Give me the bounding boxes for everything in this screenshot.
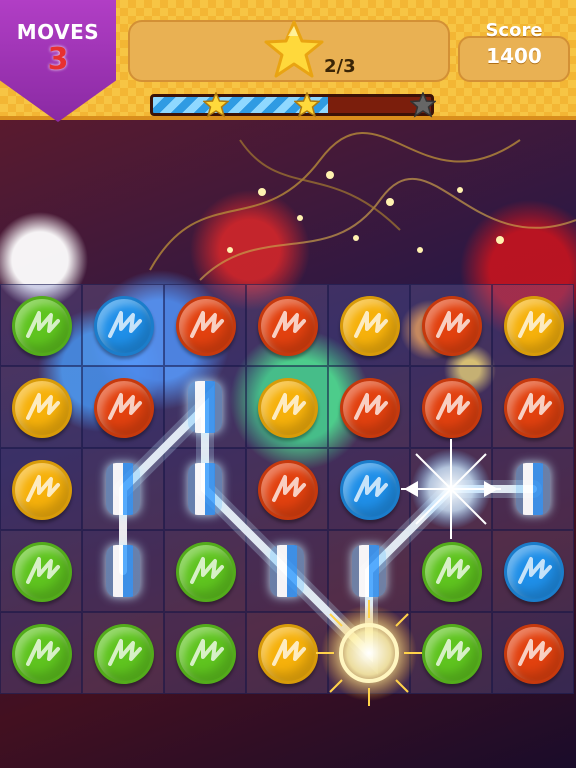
star-goal-icon <box>264 20 324 78</box>
board-cell[interactable] <box>0 612 82 694</box>
selection-glow-effect <box>316 600 422 706</box>
striped-beam <box>352 545 386 597</box>
striped-beam <box>106 545 140 597</box>
striped-beam <box>106 463 140 515</box>
green-candy[interactable] <box>176 624 236 684</box>
score-label: Score <box>485 20 543 41</box>
board-cell[interactable] <box>246 284 328 366</box>
striped-beam <box>188 463 222 515</box>
board-cell[interactable] <box>0 284 82 366</box>
green-candy[interactable] <box>12 624 72 684</box>
striped-beam <box>516 463 550 515</box>
green-candy[interactable] <box>12 542 72 602</box>
yellow-candy[interactable] <box>258 624 318 684</box>
moves-label: MOVES <box>16 20 100 44</box>
board-cell[interactable] <box>0 366 82 448</box>
star-earned-icon <box>203 92 229 118</box>
yellow-candy[interactable] <box>340 296 400 356</box>
board-cell[interactable] <box>492 284 574 366</box>
red-candy[interactable] <box>422 378 482 438</box>
board-cell[interactable] <box>164 284 246 366</box>
striped-beam <box>188 381 222 433</box>
red-candy[interactable] <box>504 624 564 684</box>
blue-candy[interactable] <box>340 460 400 520</box>
yellow-candy[interactable] <box>12 378 72 438</box>
red-candy[interactable] <box>94 378 154 438</box>
green-candy[interactable] <box>94 624 154 684</box>
striped-beam <box>270 545 304 597</box>
green-candy[interactable] <box>422 542 482 602</box>
score-progress-bar <box>150 94 434 116</box>
board-cell[interactable] <box>82 612 164 694</box>
sparkle-burst-effect <box>401 439 501 539</box>
star-unearned-icon <box>410 92 436 118</box>
board-cell[interactable] <box>82 284 164 366</box>
board-cell[interactable] <box>164 612 246 694</box>
board-cell[interactable] <box>410 284 492 366</box>
green-candy[interactable] <box>176 542 236 602</box>
red-candy[interactable] <box>258 460 318 520</box>
red-candy[interactable] <box>258 296 318 356</box>
yellow-candy[interactable] <box>258 378 318 438</box>
yellow-candy[interactable] <box>504 296 564 356</box>
moves-counter: 3 <box>47 42 69 77</box>
board-cell[interactable] <box>164 530 246 612</box>
board-cell[interactable] <box>82 366 164 448</box>
yellow-candy[interactable] <box>12 460 72 520</box>
star-earned-icon <box>294 92 320 118</box>
board-cell[interactable] <box>328 284 410 366</box>
goal-panel: 2/3 <box>128 20 450 82</box>
blue-candy[interactable] <box>94 296 154 356</box>
red-candy[interactable] <box>340 378 400 438</box>
fairy-lights-decoration <box>149 132 576 281</box>
goal-progress-text: 2/3 <box>324 56 356 77</box>
red-candy[interactable] <box>504 378 564 438</box>
green-candy[interactable] <box>422 624 482 684</box>
red-candy[interactable] <box>176 296 236 356</box>
board-cell[interactable] <box>0 530 82 612</box>
red-candy[interactable] <box>422 296 482 356</box>
score-value: 1400 <box>486 44 542 68</box>
board-cell[interactable] <box>0 448 82 530</box>
board-cell[interactable] <box>246 448 328 530</box>
green-candy[interactable] <box>12 296 72 356</box>
board-cell[interactable] <box>246 366 328 448</box>
board-cell[interactable] <box>492 612 574 694</box>
blue-candy[interactable] <box>504 542 564 602</box>
